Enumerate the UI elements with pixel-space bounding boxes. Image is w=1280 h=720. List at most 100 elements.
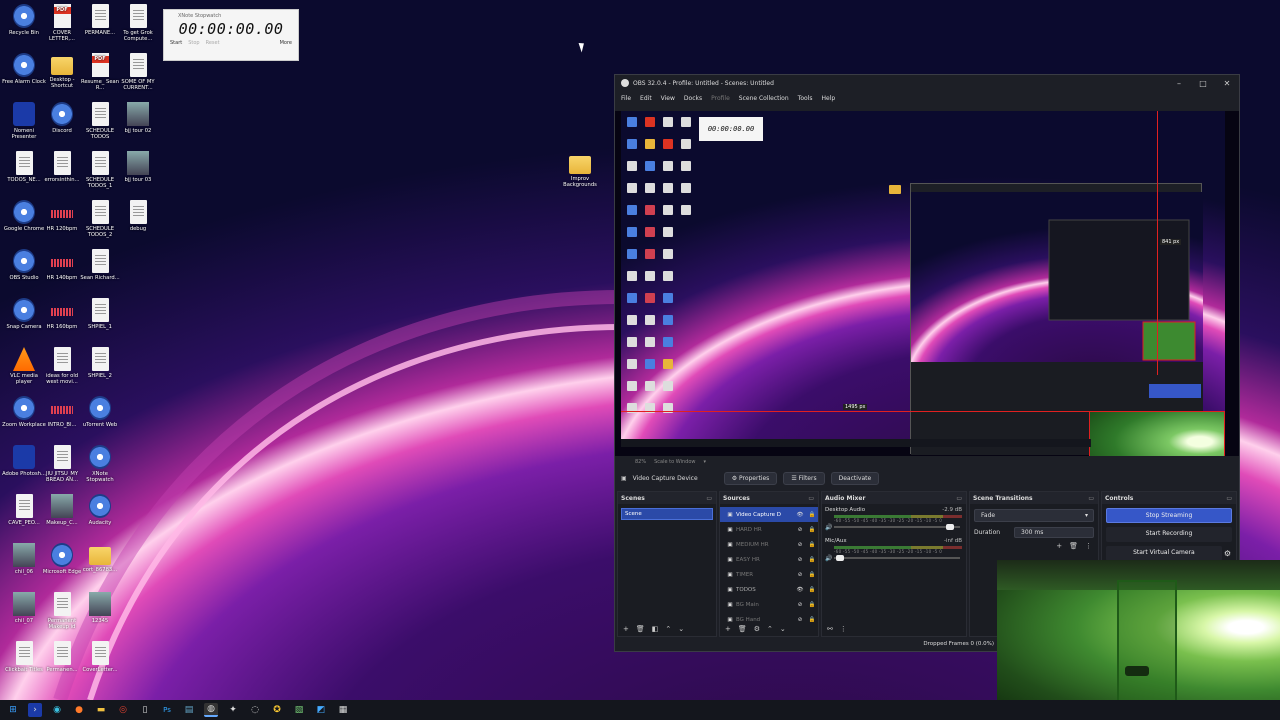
scene-item[interactable]: Scene: [621, 508, 713, 520]
menu-file[interactable]: File: [621, 95, 631, 102]
stopwatch-start-button[interactable]: Start: [170, 40, 182, 46]
notes-icon[interactable]: ▧: [292, 703, 306, 717]
more-icon[interactable]: ⋮: [840, 625, 847, 633]
lock-icon[interactable]: 🔒: [806, 542, 818, 548]
eye-icon[interactable]: 👁: [794, 512, 806, 518]
volume-slider[interactable]: [834, 555, 960, 561]
eye-icon[interactable]: 👁: [794, 587, 806, 593]
gear-icon[interactable]: ⚙: [754, 625, 760, 633]
lock-icon[interactable]: 🔒: [806, 557, 818, 563]
move-up-icon[interactable]: ⌃: [767, 625, 773, 633]
source-row[interactable]: ▣ MEDIUM HR ⊘ 🔒: [720, 537, 818, 552]
maximize-icon[interactable]: □: [1191, 79, 1215, 88]
eye-hidden-icon[interactable]: ⊘: [794, 557, 806, 563]
lock-icon[interactable]: 🔒: [806, 587, 818, 593]
start-virtual-camera-button[interactable]: Start Virtual Camera: [1106, 546, 1222, 561]
chrome-icon[interactable]: ◎: [116, 703, 130, 717]
source-row[interactable]: ▣ TIMER ⊘ 🔒: [720, 567, 818, 582]
dock-menu-icon[interactable]: ▭: [956, 495, 962, 502]
properties-button[interactable]: ⚙ Properties: [723, 471, 778, 485]
move-down-icon[interactable]: ⌄: [678, 625, 684, 633]
desktop-icon[interactable]: uTorrent Web: [78, 396, 122, 428]
trash-icon[interactable]: 🗑: [738, 625, 747, 633]
minimize-icon[interactable]: –: [1167, 79, 1191, 88]
filter-icon[interactable]: ◧: [652, 625, 659, 633]
presenter-icon[interactable]: ›: [28, 703, 42, 717]
app-icon[interactable]: ✪: [270, 703, 284, 717]
stopwatch-icon[interactable]: ✦: [226, 703, 240, 717]
source-row[interactable]: ▣ BG Main ⊘ 🔒: [720, 597, 818, 612]
app-icon[interactable]: ◩: [314, 703, 328, 717]
preview-webcam-source[interactable]: [1089, 411, 1225, 456]
lock-icon[interactable]: 🔒: [806, 527, 818, 533]
obs-icon[interactable]: ◍: [204, 703, 218, 717]
stop-streaming-button[interactable]: Stop Streaming: [1106, 508, 1232, 523]
trash-icon[interactable]: 🗑: [1069, 542, 1078, 550]
add-icon[interactable]: +: [1056, 542, 1062, 550]
volume-slider-knob[interactable]: [945, 524, 954, 530]
menu-edit[interactable]: Edit: [640, 95, 652, 102]
speaker-icon[interactable]: 🔊: [825, 524, 832, 531]
eye-hidden-icon[interactable]: ⊘: [794, 542, 806, 548]
desktop-icon[interactable]: bjj tour 02: [116, 102, 160, 134]
notepad-icon[interactable]: ▤: [182, 703, 196, 717]
obs-preview[interactable]: 00:00:00.00 1495 px 841 px: [615, 111, 1239, 456]
speaker-icon[interactable]: 🔊: [825, 555, 832, 562]
duration-input[interactable]: 300 ms: [1014, 527, 1094, 538]
desktop-icon[interactable]: SOME OF MY CURRENT...: [116, 53, 160, 91]
stopwatch-stop-button[interactable]: Stop: [188, 40, 199, 46]
filters-button[interactable]: ☰ Filters: [783, 471, 825, 485]
snap-camera-icon[interactable]: ◌: [248, 703, 262, 717]
menu-tools[interactable]: Tools: [798, 95, 813, 102]
dock-menu-icon[interactable]: ▭: [808, 495, 814, 502]
stopwatch-more-button[interactable]: More: [280, 40, 292, 46]
source-row[interactable]: ▣ TODOS 👁 🔒: [720, 582, 818, 597]
deactivate-button[interactable]: Deactivate: [830, 471, 880, 485]
desktop-icon[interactable]: Sean Richard...: [78, 249, 122, 281]
stopwatch-reset-button[interactable]: Reset: [206, 40, 220, 46]
add-icon[interactable]: +: [623, 625, 629, 633]
move-up-icon[interactable]: ⌃: [665, 625, 671, 633]
source-row[interactable]: ▣ Video Capture D 👁 🔒: [720, 507, 818, 522]
dock-menu-icon[interactable]: ▭: [706, 495, 712, 502]
desktop-icon[interactable]: SHPIEL_2: [78, 347, 122, 379]
firefox-icon[interactable]: ●: [72, 703, 86, 717]
dock-menu-icon[interactable]: ▭: [1088, 495, 1094, 502]
eye-hidden-icon[interactable]: ⊘: [794, 527, 806, 533]
menu-view[interactable]: View: [661, 95, 675, 102]
photoshop-icon[interactable]: Ps: [160, 703, 174, 717]
gear-icon[interactable]: ⚙: [1224, 549, 1231, 558]
close-icon[interactable]: ✕: [1215, 79, 1239, 88]
source-row[interactable]: ▣ HARD HR ⊘ 🔒: [720, 522, 818, 537]
lock-icon[interactable]: 🔒: [806, 602, 818, 608]
menu-help[interactable]: Help: [821, 95, 835, 102]
transition-select[interactable]: Fade ▾: [974, 509, 1094, 522]
eye-hidden-icon[interactable]: ⊘: [794, 572, 806, 578]
link-icon[interactable]: ⚯: [827, 625, 833, 633]
volume-slider-knob[interactable]: [836, 555, 845, 561]
file-explorer-icon[interactable]: ▬: [94, 703, 108, 717]
lock-icon[interactable]: 🔒: [806, 512, 818, 518]
lock-icon[interactable]: 🔒: [806, 572, 818, 578]
desktop-icon[interactable]: Audacity: [78, 494, 122, 526]
desktop-icon-improv-backgrounds[interactable]: Improv Backgrounds: [558, 152, 602, 188]
windows-start-icon[interactable]: ⊞: [6, 703, 20, 717]
scale-mode[interactable]: Scale to Window: [654, 459, 695, 465]
desktop-icon[interactable]: debug: [116, 200, 160, 232]
stopwatch-window[interactable]: XNote Stopwatch 00:00:00.00 Start Stop R…: [163, 9, 299, 61]
menu-scene-collection[interactable]: Scene Collection: [739, 95, 789, 102]
desktop-icon[interactable]: To get Grok Compute...: [116, 4, 160, 42]
more-icon[interactable]: ⋮: [1085, 542, 1092, 550]
edge-icon[interactable]: ◉: [50, 703, 64, 717]
dock-menu-icon[interactable]: ▭: [1226, 495, 1232, 502]
desktop-icon[interactable]: SHPIEL_1: [78, 298, 122, 330]
menu-profile[interactable]: Profile: [711, 95, 730, 102]
desktop-icon[interactable]: bjj tour 03: [116, 151, 160, 183]
volume-slider[interactable]: [834, 524, 960, 530]
desktop-icon[interactable]: cort_86783...: [78, 543, 122, 573]
document-icon[interactable]: ▯: [138, 703, 152, 717]
chevron-down-icon[interactable]: ▾: [704, 459, 707, 465]
source-row[interactable]: ▣ EASY HR ⊘ 🔒: [720, 552, 818, 567]
calculator-icon[interactable]: ▦: [336, 703, 350, 717]
move-down-icon[interactable]: ⌄: [780, 625, 786, 633]
